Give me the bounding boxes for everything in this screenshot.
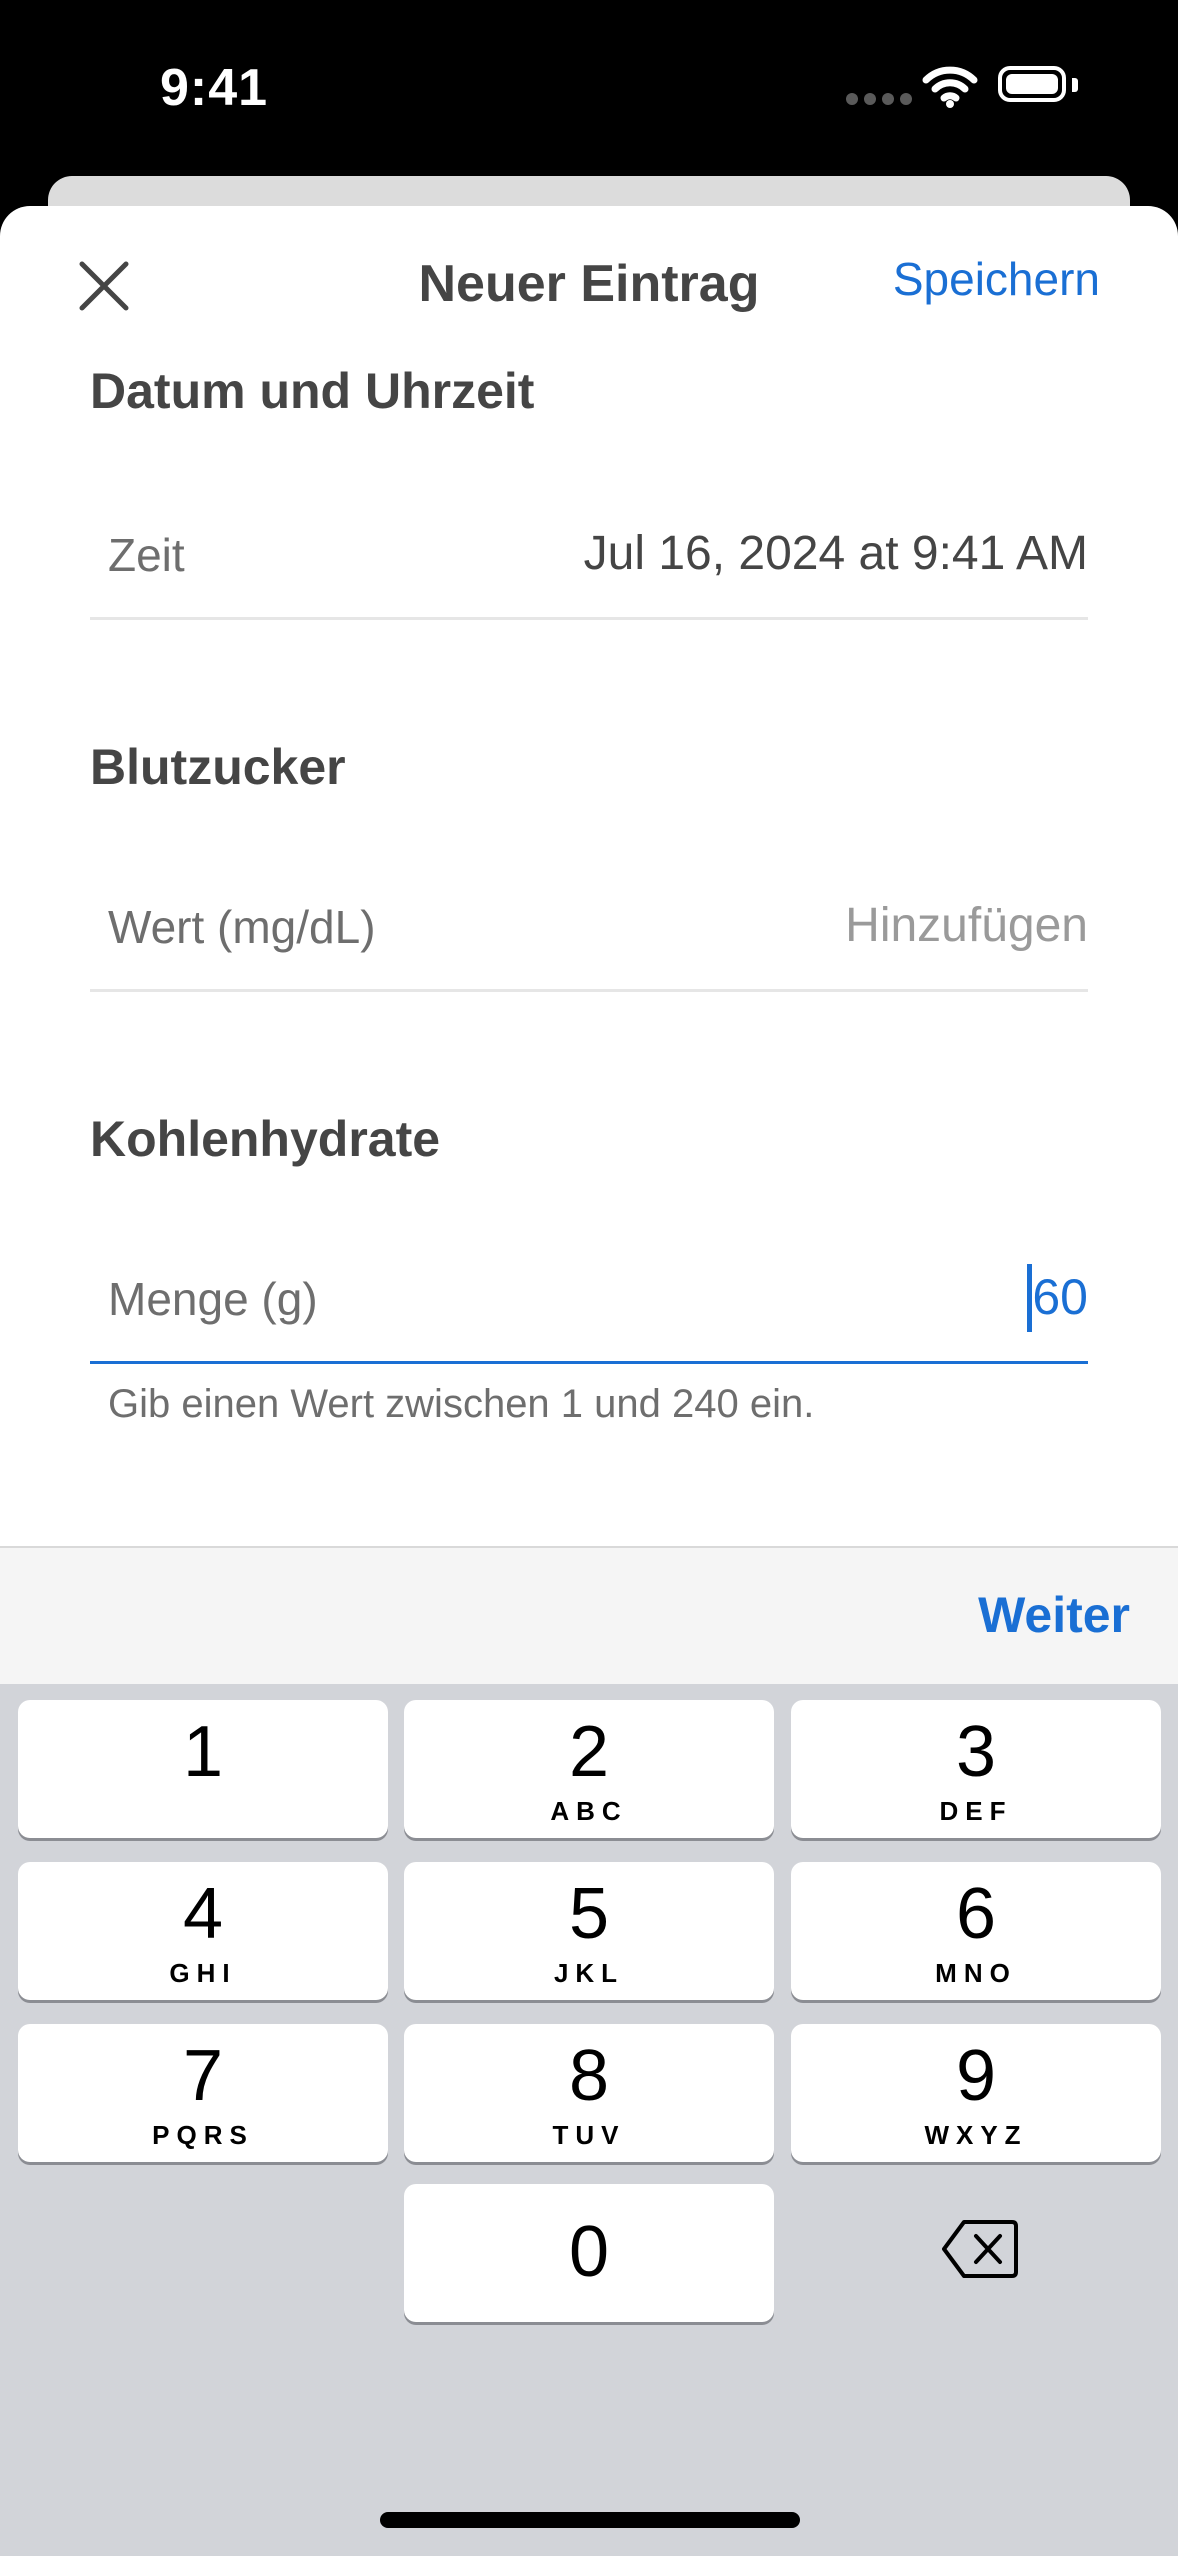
keyboard-accessory-bar: Weiter (0, 1546, 1178, 1684)
glucose-field-label: Wert (mg/dL) (108, 901, 376, 953)
key-digit: 0 (568, 2212, 610, 2292)
key-6[interactable]: 6 MNO (791, 1862, 1161, 2000)
key-letters: ABC (550, 1796, 628, 1826)
key-digit: 4 (182, 1874, 224, 1954)
key-digit: 9 (955, 2036, 997, 2116)
key-digit: 1 (182, 1712, 224, 1792)
key-digit: 8 (568, 2036, 610, 2116)
section-title-carbs: Kohlenhydrate (90, 1111, 441, 1167)
key-letters: GHI (169, 1958, 237, 1988)
key-3[interactable]: 3 DEF (791, 1700, 1161, 1838)
section-title-datetime: Datum und Uhrzeit (90, 363, 535, 419)
time-field-value[interactable]: Jul 16, 2024 at 9:41 AM (584, 526, 1088, 581)
carbs-hint: Gib einen Wert zwischen 1 und 240 ein. (108, 1382, 815, 1426)
key-8[interactable]: 8 TUV (404, 2024, 774, 2162)
key-digit: 6 (955, 1874, 997, 1954)
key-letters: TUV (552, 2120, 626, 2150)
key-letters: PQRS (152, 2120, 254, 2150)
key-letters: DEF (939, 1796, 1013, 1826)
home-indicator (380, 2512, 800, 2528)
section-title-glucose: Blutzucker (90, 739, 346, 795)
key-1[interactable]: 1 (18, 1700, 388, 1838)
key-digit: 2 (568, 1712, 610, 1792)
status-time: 9:41 (160, 59, 269, 117)
key-digit: 3 (955, 1712, 997, 1792)
battery-tip (1072, 78, 1078, 92)
time-field-label: Zeit (108, 529, 185, 581)
key-4[interactable]: 4 GHI (18, 1862, 388, 2000)
cellular-signal-icon (846, 92, 918, 110)
time-field[interactable]: Zeit Jul 16, 2024 at 9:41 AM (90, 490, 1088, 620)
carbs-field[interactable]: Menge (g) (90, 1234, 1088, 1364)
key-5[interactable]: 5 JKL (404, 1862, 774, 2000)
glucose-input-placeholder[interactable]: Hinzufügen (845, 898, 1088, 953)
delete-backspace-icon[interactable] (940, 2216, 1020, 2282)
key-9[interactable]: 9 WXYZ (791, 2024, 1161, 2162)
status-bar: 9:41 (0, 0, 1178, 176)
key-0[interactable]: 0 (404, 2184, 774, 2322)
key-letters: JKL (553, 1958, 625, 1988)
next-button[interactable]: Weiter (978, 1586, 1130, 1644)
battery-icon (998, 66, 1066, 102)
key-digit: 7 (182, 2036, 224, 2116)
key-letters: MNO (935, 1958, 1017, 1988)
text-cursor (1027, 1264, 1032, 1332)
wifi-icon (922, 66, 978, 108)
key-7[interactable]: 7 PQRS (18, 2024, 388, 2162)
carbs-field-label: Menge (g) (108, 1273, 318, 1325)
key-letters: WXYZ (924, 2120, 1028, 2150)
key-2[interactable]: 2 ABC (404, 1700, 774, 1838)
key-digit: 5 (568, 1874, 610, 1954)
save-button[interactable]: Speichern (893, 252, 1100, 306)
glucose-field[interactable]: Wert (mg/dL) Hinzufügen (90, 862, 1088, 992)
